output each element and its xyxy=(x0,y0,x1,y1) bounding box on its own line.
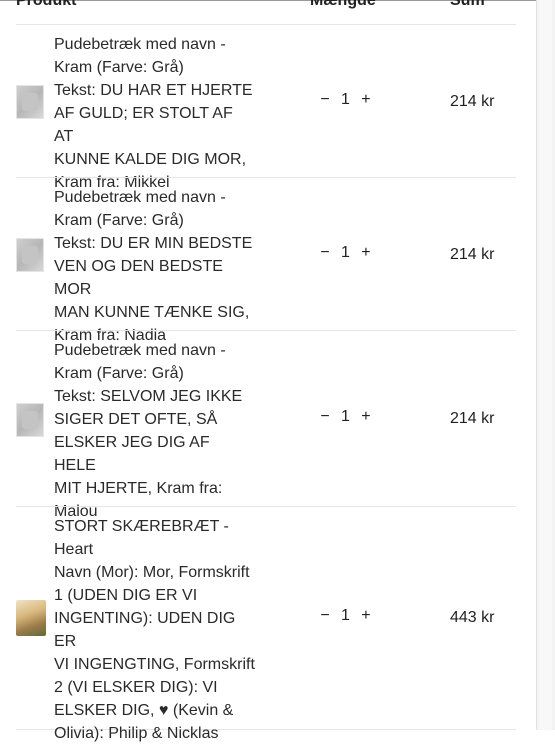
cart-table: Pudebetræk med navn - Kram (Farve: Grå) … xyxy=(16,24,516,742)
product-description: Pudebetræk med navn - Kram (Farve: Grå) … xyxy=(54,189,253,344)
quantity-stepper: − 1 + xyxy=(318,244,373,262)
quantity-value[interactable]: 1 xyxy=(336,244,354,262)
quantity-stepper: − 1 + xyxy=(318,91,373,109)
cart-row: Pudebetræk med navn - Kram (Farve: Grå) … xyxy=(16,330,516,520)
cart-row: Pudebetræk med navn - Kram (Farve: Grå) … xyxy=(16,177,516,344)
scrollbar-thumb[interactable] xyxy=(539,0,552,730)
increase-quantity-button[interactable]: + xyxy=(359,244,373,262)
decrease-quantity-button[interactable]: − xyxy=(318,91,332,109)
product-description: Pudebetræk med navn - Kram (Farve: Grå) … xyxy=(54,342,243,520)
cutting-board-image[interactable] xyxy=(16,600,46,636)
increase-quantity-button[interactable]: + xyxy=(359,607,373,625)
quantity-value[interactable]: 1 xyxy=(336,91,354,109)
quantity-value[interactable]: 1 xyxy=(336,408,354,426)
cart-row: STORT SKÆREBRÆT - Heart Navn (Mor): Mor,… xyxy=(16,506,516,742)
product-description: Pudebetræk med navn - Kram (Farve: Grå) … xyxy=(54,36,253,191)
pillow-image[interactable] xyxy=(16,85,44,119)
cart-row: Pudebetræk med navn - Kram (Farve: Grå) … xyxy=(16,24,516,191)
quantity-stepper: − 1 + xyxy=(318,607,373,625)
line-total: 443 kr xyxy=(450,609,495,626)
line-total: 214 kr xyxy=(450,246,495,263)
pillow-image[interactable] xyxy=(16,403,44,437)
header-product: Produkt xyxy=(16,0,77,9)
decrease-quantity-button[interactable]: − xyxy=(318,244,332,262)
increase-quantity-button[interactable]: + xyxy=(359,408,373,426)
product-description: STORT SKÆREBRÆT - Heart Navn (Mor): Mor,… xyxy=(54,518,255,742)
decrease-quantity-button[interactable]: − xyxy=(318,607,332,625)
increase-quantity-button[interactable]: + xyxy=(359,91,373,109)
quantity-stepper: − 1 + xyxy=(318,408,373,426)
quantity-value[interactable]: 1 xyxy=(336,607,354,625)
line-total: 214 kr xyxy=(450,93,495,110)
header-quantity: Mængde xyxy=(310,0,376,9)
line-total: 214 kr xyxy=(450,410,495,427)
pillow-image[interactable] xyxy=(16,238,44,272)
header-sum: Sum xyxy=(450,0,485,9)
cart-table-header: Produkt Mængde Sum xyxy=(0,0,536,18)
decrease-quantity-button[interactable]: − xyxy=(318,408,332,426)
